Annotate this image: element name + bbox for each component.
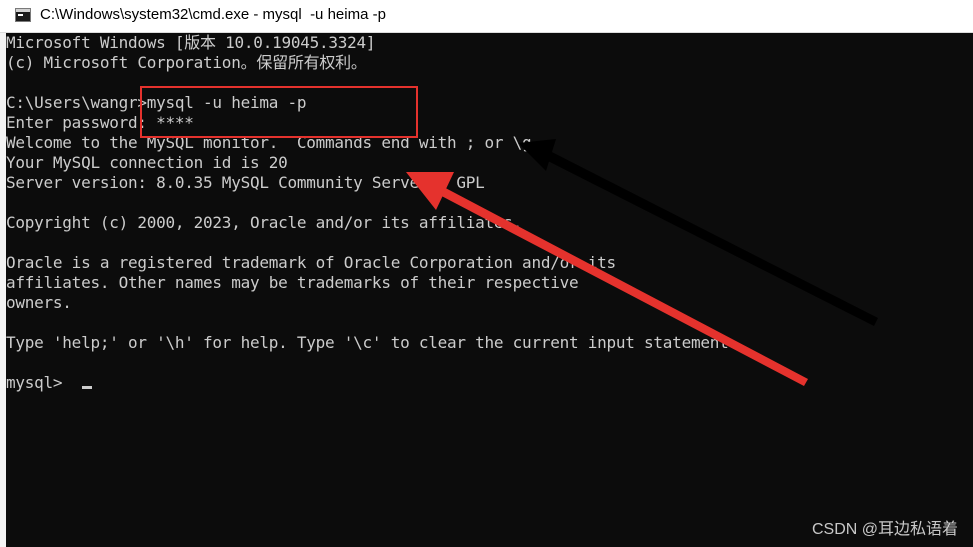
- mysql-prompt: mysql>: [6, 373, 72, 392]
- terminal-line: Your MySQL connection id is 20: [6, 153, 288, 172]
- terminal-line: owners.: [6, 293, 72, 312]
- title-bar[interactable]: C:\Windows\system32\cmd.exe - mysql -u h…: [0, 0, 973, 33]
- terminal-line: Server version: 8.0.35 MySQL Community S…: [6, 173, 485, 192]
- text-cursor: [81, 385, 92, 389]
- window-title: C:\Windows\system32\cmd.exe - mysql -u h…: [40, 6, 386, 23]
- cmd-app-icon: [15, 8, 31, 22]
- mysql-prompt-line[interactable]: mysql>: [6, 373, 738, 393]
- terminal-line: Copyright (c) 2000, 2023, Oracle and/or …: [6, 213, 523, 232]
- terminal-line: Microsoft Windows [版本 10.0.19045.3324]: [6, 33, 376, 52]
- terminal-line: affiliates. Other names may be trademark…: [6, 273, 579, 292]
- terminal-line: Type 'help;' or '\h' for help. Type '\c'…: [6, 333, 738, 352]
- watermark: CSDN @耳边私语着: [811, 521, 958, 538]
- highlight-box: [140, 86, 418, 138]
- terminal-line: Oracle is a registered trademark of Orac…: [6, 253, 616, 272]
- terminal-line: (c) Microsoft Corporation。保留所有权利。: [6, 53, 367, 72]
